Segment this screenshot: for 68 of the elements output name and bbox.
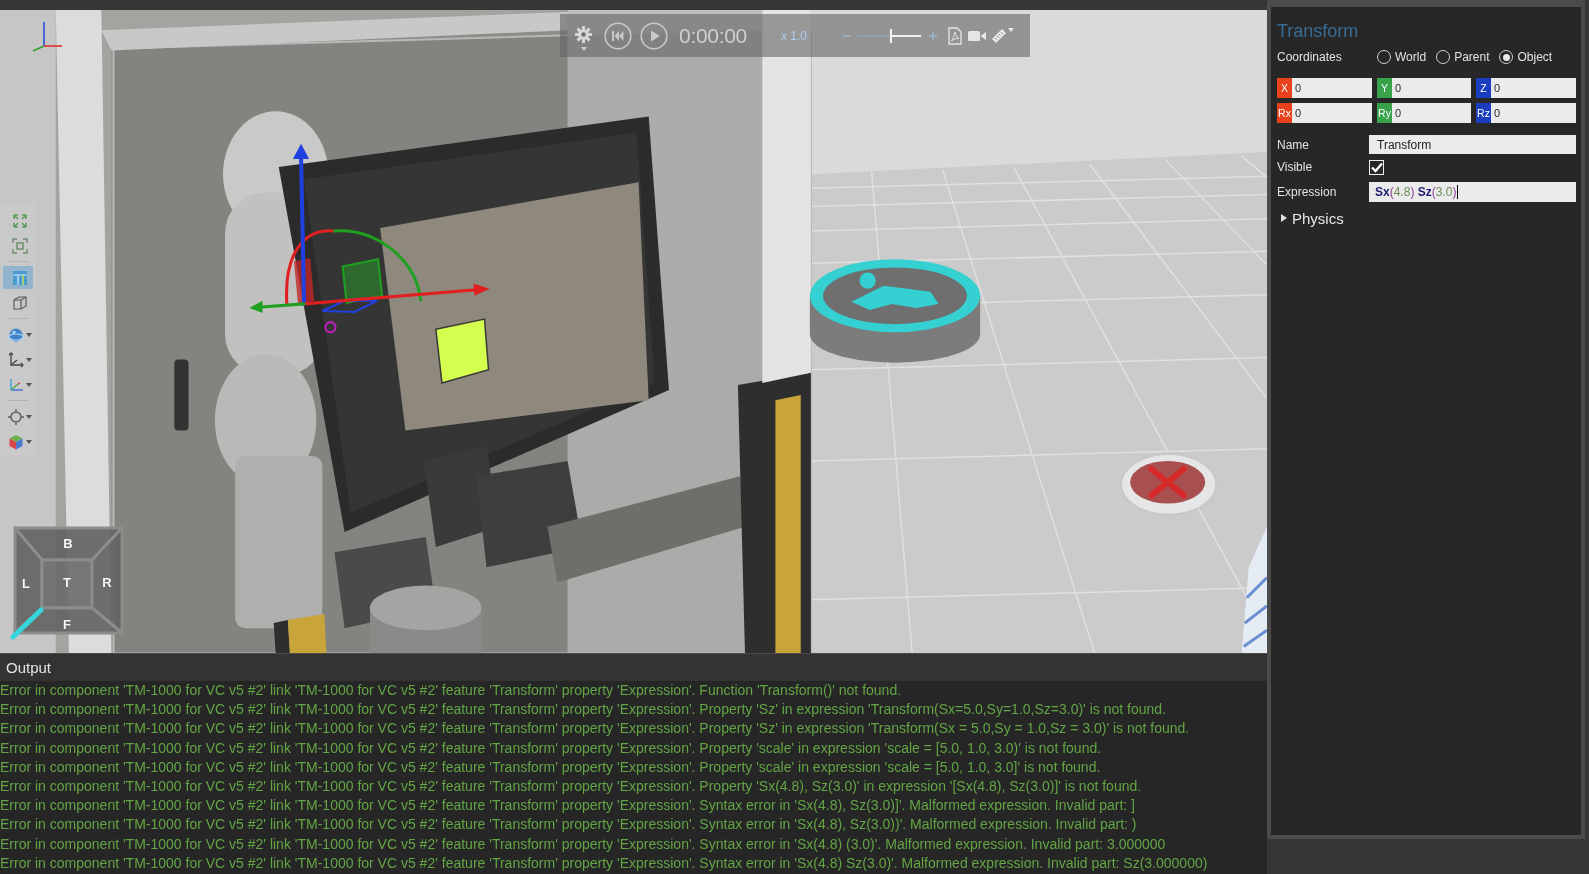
play-button[interactable]	[640, 21, 668, 50]
transform-gizmo[interactable]	[249, 143, 490, 313]
coordinate-radio[interactable]: Parent	[1436, 50, 1490, 64]
axis-label: Rx	[1277, 103, 1292, 123]
coordinate-field[interactable]: Y 0	[1377, 78, 1471, 98]
document-icon	[948, 26, 962, 45]
plus-icon	[929, 31, 937, 40]
log-line: Error in component 'TM-1000 for VC v5 #2' link 'TM-1000 for VC v5 #2' feature 'Transform' property 'Expression'. Syntax error in 'Sx(4.8) (3.0)'. Malformed expression. Invalid part: 3.000000	[0, 834, 1166, 854]
coordinate-radio[interactable]: Object	[1499, 50, 1553, 64]
pivot-marker	[324, 321, 337, 334]
door-handle	[174, 359, 189, 431]
time-display: 0:00:00	[679, 23, 747, 48]
panel-title: Output	[6, 659, 52, 676]
field-label: Visible	[1277, 160, 1314, 174]
field-label: Coordinates	[1277, 50, 1343, 64]
expression-field[interactable]: Sx(4.8) Sz(3.0)	[1369, 182, 1576, 202]
log-line: Error in component 'TM-1000 for VC v5 #2' link 'TM-1000 for VC v5 #2' feature 'Transform' property 'Expression'. Property 'Sz' in expression 'Transform(Sx=5.0,Sy=1.0,Sz=3.0)' is not found.	[0, 700, 1166, 720]
log-line: Error in component 'TM-1000 for VC v5 #2' link 'TM-1000 for VC v5 #2' feature 'Transform' property 'Expression'. Syntax error in 'Sx(4.8) Sz(3.0)'. Malformed expression. Invalid part: Sz(3.000000)	[0, 853, 1208, 873]
caret-icon	[1008, 27, 1014, 32]
ruler-icon	[991, 27, 1007, 44]
log-line: Error in component 'TM-1000 for VC v5 #2' link 'TM-1000 for VC v5 #2' feature 'Transform' property 'Expression'. Property 'Sz' in expression 'Transform(Sx = 5.0,Sy = 1.0,Sz = 3.0)' is not found.	[0, 719, 1190, 739]
axis-label: Y	[1377, 78, 1392, 98]
panel-title: Transform	[1277, 20, 1359, 42]
expand-arrows-icon	[11, 212, 28, 229]
log-line: Error in component 'TM-1000 for VC v5 #2' link 'TM-1000 for VC v5 #2' feature 'Transform' property 'Expression'. Property 'scale' in expression 'scale = [5.0, 1.0, 3.0]' is not found.	[0, 757, 1101, 777]
axis-label: Z	[1476, 78, 1491, 98]
coordinate-field[interactable]: Rz 0	[1476, 103, 1576, 123]
rewind-button[interactable]	[604, 21, 632, 50]
caret-icon	[580, 47, 587, 51]
coordinate-field[interactable]: Z 0	[1476, 78, 1576, 98]
log-line: Error in component 'TM-1000 for VC v5 #2' link 'TM-1000 for VC v5 #2' feature 'Transform' property 'Expression'. Property 'Sx(4.8), Sz(3.0)' in expression '[Sx(4.8), Sz(3.0)]' is not found.	[0, 776, 1142, 796]
field-label: Expression	[1277, 185, 1338, 199]
settings-button[interactable]	[575, 26, 592, 51]
log-line: Error in component 'TM-1000 for VC v5 #2' link 'TM-1000 for VC v5 #2' feature 'Transform' property 'Expression'. Function 'Transform()' not found.	[0, 681, 902, 700]
speed-label: x 1.0	[780, 28, 807, 43]
axis-label: Rz	[1476, 103, 1491, 123]
axes-icon	[7, 351, 24, 368]
cube-icon	[7, 433, 24, 450]
axis-triad-icon	[32, 20, 62, 52]
field-label: Name	[1277, 137, 1310, 152]
measure-button[interactable]	[991, 27, 1014, 44]
log-line: Error in component 'TM-1000 for VC v5 #2' link 'TM-1000 for VC v5 #2' feature 'Transform' property 'Expression'. Property 'scale' in expression 'scale = [5.0, 1.0, 3.0)' is not found.	[0, 738, 1102, 758]
log-line: Error in component 'TM-1000 for VC v5 #2' link 'TM-1000 for VC v5 #2' feature 'Transform' property 'Expression'. Syntax error in 'Sx(4.8), Sz(3.0)]'. Malformed expression. Invalid part: ]	[0, 796, 1135, 816]
view-cube-face[interactable]: T	[40, 558, 94, 610]
coordinate-field[interactable]: X 0	[1277, 78, 1372, 98]
section-expander[interactable]: Physics	[1277, 208, 1344, 228]
target-ring-icon	[7, 408, 24, 425]
axis-line	[10, 607, 44, 640]
play-icon	[640, 21, 668, 50]
coordinate-field[interactable]: Rx 0	[1277, 103, 1372, 123]
coordinate-field[interactable]: Ry 0	[1377, 103, 1471, 123]
slider-thumb[interactable]	[889, 28, 892, 43]
log-line: Error in component 'TM-1000 for VC v5 #2' link 'TM-1000 for VC v5 #2' feature 'Transform' property 'Expression'. Syntax error in 'Sx(4.8), Sz(3.0))'. Malformed expression. Invalid part: )	[0, 815, 1137, 835]
export-button[interactable]	[948, 26, 962, 45]
cube-outline-icon	[11, 294, 28, 311]
frame-corners-icon	[11, 237, 28, 254]
gear-icon	[575, 26, 592, 43]
visible-checkbox[interactable]	[1369, 159, 1384, 175]
checkmark-icon	[1370, 161, 1383, 173]
record-button[interactable]	[968, 29, 986, 42]
coordinate-radio[interactable]: World	[1377, 50, 1427, 64]
skip-back-icon	[604, 21, 632, 50]
axis-label: Ry	[1377, 103, 1392, 123]
name-field[interactable]: Transform	[1369, 135, 1576, 154]
axes-icon	[7, 376, 24, 393]
video-camera-icon	[968, 29, 986, 42]
sphere-icon	[7, 326, 24, 343]
axis-label: X	[1277, 78, 1292, 98]
